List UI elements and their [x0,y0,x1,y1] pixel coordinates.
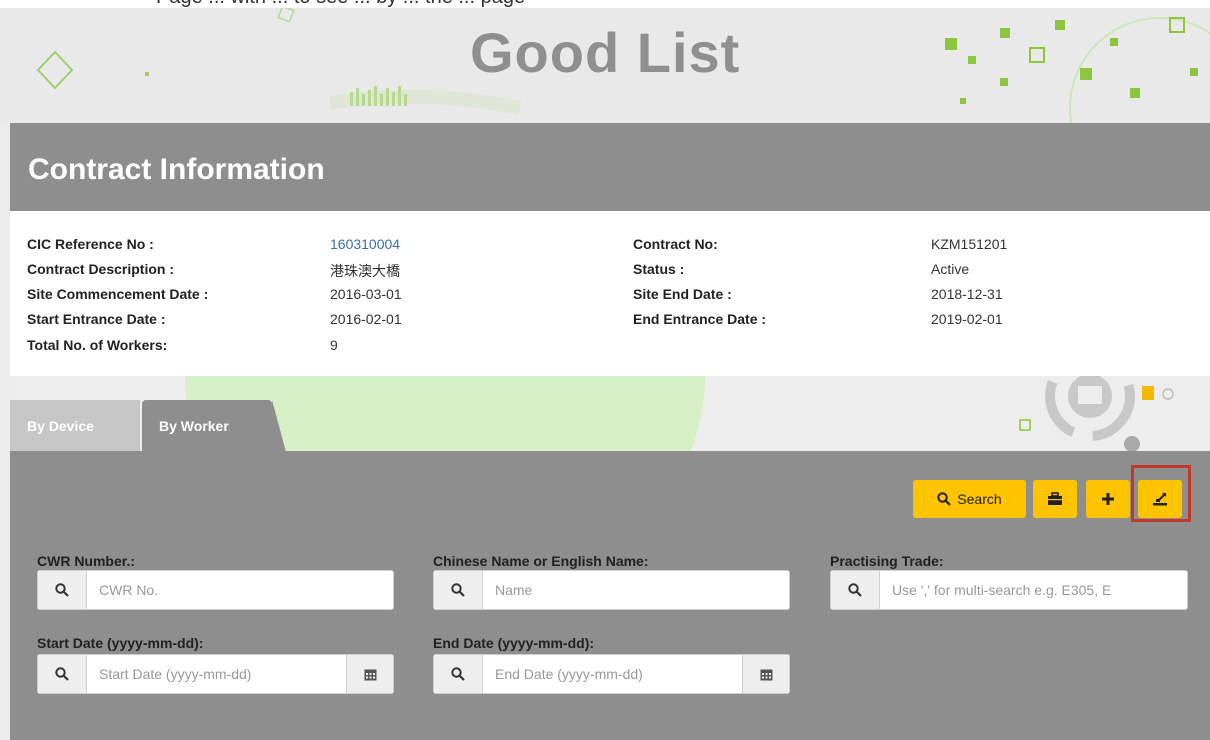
site-end-value: 2018-12-31 [931,286,1003,302]
search-button-label: Search [957,491,1002,507]
start-date-input[interactable] [87,656,346,692]
contract-description-value: 港珠澳大橋 [330,263,400,279]
tab-by-worker[interactable]: By Worker [142,400,286,452]
cic-ref-label: CIC Reference No : [27,236,154,252]
search-icon [451,667,465,681]
top-clipped-banner: Page ... with ... to see ... by ... the … [0,0,1210,8]
start-date-field [37,654,394,694]
page-title: Good List [470,21,741,84]
contract-info-body: CIC Reference No : 160310004 Contract De… [10,211,1210,376]
construction-graphic [1019,376,1174,452]
name-search-addon [434,571,483,609]
search-button[interactable]: Search [913,480,1026,518]
briefcase-button[interactable] [1033,480,1077,518]
tab-by-worker-label: By Worker [159,418,229,434]
practising-trade-input[interactable] [880,572,1187,608]
calendar-icon [760,669,772,680]
practising-trade-field [830,570,1188,610]
total-workers-label: Total No. of Workers: [27,337,168,353]
practising-trade-label: Practising Trade: [830,553,944,569]
start-entrance-label: Start Entrance Date : [27,311,166,327]
end-date-input[interactable] [483,656,742,692]
cic-ref-value[interactable]: 160310004 [330,236,400,252]
page-header: Good List [0,8,1210,123]
contract-no-value: KZM151201 [931,236,1008,252]
end-entrance-label: End Entrance Date : [633,311,767,327]
end-date-search-addon [434,655,483,693]
end-date-calendar-button[interactable] [742,655,789,693]
search-icon [451,583,465,597]
end-date-field [433,654,790,694]
search-icon [937,492,952,506]
status-value: Active [931,261,970,277]
clipped-text: Page ... with ... to see ... by ... the … [156,0,525,8]
start-entrance-value: 2016-02-01 [330,311,402,327]
start-date-label: Start Date (yyyy-mm-dd): [37,635,204,651]
search-icon [848,583,862,597]
cwr-number-label: CWR Number.: [37,553,135,569]
cwr-number-field [37,570,394,610]
site-end-label: Site End Date : [633,286,732,302]
end-date-label: End Date (yyyy-mm-dd): [433,635,595,651]
name-input[interactable] [483,572,789,608]
search-icon [55,667,69,681]
briefcase-icon [1048,492,1062,505]
total-workers-value: 9 [330,337,338,353]
search-icon [55,583,69,597]
start-date-search-addon [38,655,87,693]
start-date-calendar-button[interactable] [346,655,393,693]
contract-info-header: Contract Information [10,123,1210,211]
contract-no-label: Contract No: [633,236,718,252]
tab-by-device[interactable]: By Device [10,400,140,452]
site-commencement-value: 2016-03-01 [330,286,402,302]
cwr-search-addon [38,571,87,609]
status-label: Status : [633,261,685,277]
end-entrance-value: 2019-02-01 [931,311,1003,327]
calendar-icon [364,669,376,680]
add-button[interactable] [1086,480,1130,518]
trade-search-addon [831,571,880,609]
name-field [433,570,790,610]
site-commencement-label: Site Commencement Date : [27,286,209,302]
tab-by-device-label: By Device [27,418,94,434]
plus-icon [1102,493,1114,505]
name-label: Chinese Name or English Name: [433,553,649,569]
export-highlight-box [1131,465,1191,522]
contract-description-label: Contract Description : [27,261,175,277]
contract-info-title: Contract Information [28,153,325,186]
cwr-number-input[interactable] [87,572,393,608]
